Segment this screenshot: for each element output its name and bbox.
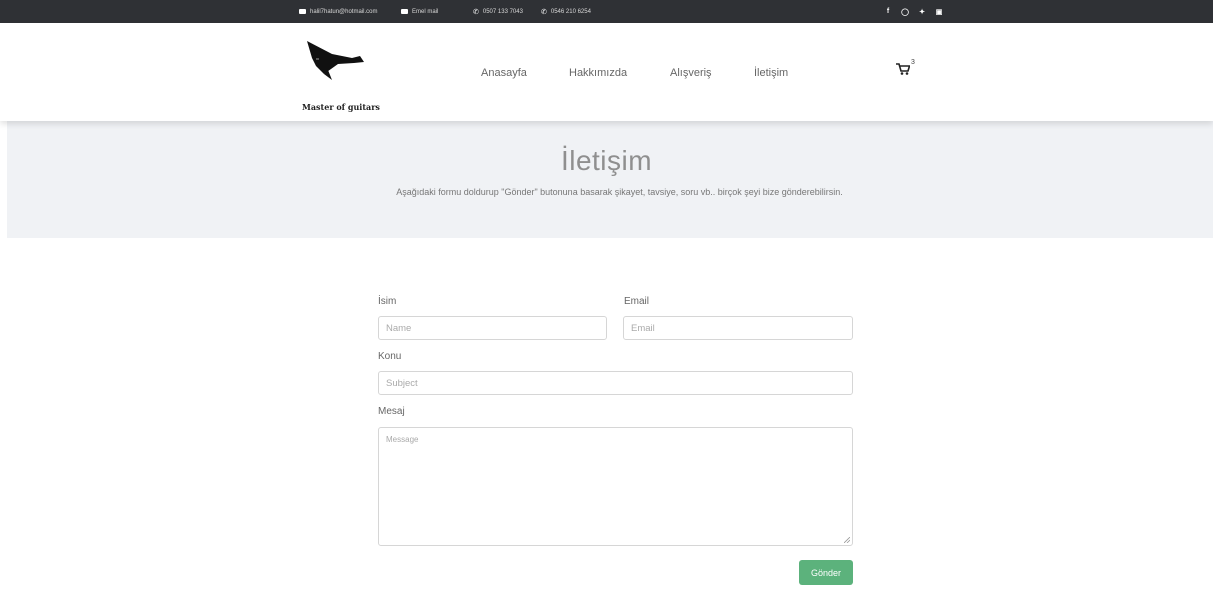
email-label: Email: [624, 296, 650, 307]
phone-1[interactable]: ✆ 0507 133 7043: [473, 0, 523, 23]
phone-2-text: 0546 210 6254: [550, 8, 591, 15]
envelope-icon: [299, 9, 306, 14]
guitar-logo-icon: [307, 41, 364, 80]
email-link[interactable]: Emel mail: [401, 0, 438, 23]
email-link-text: Emel mail: [412, 8, 439, 15]
twitter-icon[interactable]: ✦: [918, 8, 926, 16]
page-subtitle: Aşağıdaki formu doldurup "Gönder" butonu…: [396, 187, 843, 197]
facebook-icon[interactable]: f: [884, 8, 892, 15]
email-input[interactable]: Email: [623, 316, 853, 340]
name-label: İsim: [378, 296, 397, 307]
envelope-icon: [401, 9, 408, 14]
message-placeholder: Message: [386, 435, 419, 444]
resize-handle-icon[interactable]: [844, 537, 850, 543]
cart-count-badge: 3: [911, 59, 915, 66]
subject-label: Konu: [378, 351, 402, 362]
email-contact[interactable]: halil7hatun@hotmail.com: [299, 0, 377, 23]
cart-button[interactable]: [896, 62, 911, 80]
phone-icon: ✆: [473, 8, 479, 16]
cart-icon: [896, 63, 911, 75]
nav-iletisim[interactable]: İletişim: [754, 67, 788, 79]
submit-button[interactable]: Gönder: [799, 560, 853, 585]
message-label: Mesaj: [378, 406, 405, 417]
phone-1-text: 0507 133 7043: [482, 8, 523, 15]
social-links: f ◯ ✦ ▣: [884, 0, 943, 23]
phone-2[interactable]: ✆ 0546 210 6254: [541, 0, 591, 23]
linkedin-icon[interactable]: ▣: [935, 8, 943, 16]
subject-input[interactable]: Subject: [378, 371, 853, 395]
header: Master of guitars Anasayfa Hakkımızda Al…: [0, 23, 1213, 121]
phone-icon: ✆: [541, 8, 547, 16]
email-text: halil7hatun@hotmail.com: [310, 8, 378, 15]
nav-anasayfa[interactable]: Anasayfa: [481, 67, 527, 79]
message-textarea[interactable]: Message: [378, 427, 853, 546]
top-bar: halil7hatun@hotmail.com Emel mail ✆ 0507…: [0, 0, 1213, 23]
nav-alisveris[interactable]: Alışveriş: [670, 67, 712, 79]
name-input[interactable]: Name: [378, 316, 607, 340]
page-hero: [7, 121, 1213, 238]
logo-text: Master of guitars: [302, 102, 380, 112]
page-title: İletişim: [560, 145, 653, 176]
logo[interactable]: Master of guitars: [302, 36, 380, 118]
instagram-icon[interactable]: ◯: [901, 8, 909, 16]
nav-hakkimizda[interactable]: Hakkımızda: [569, 67, 627, 79]
